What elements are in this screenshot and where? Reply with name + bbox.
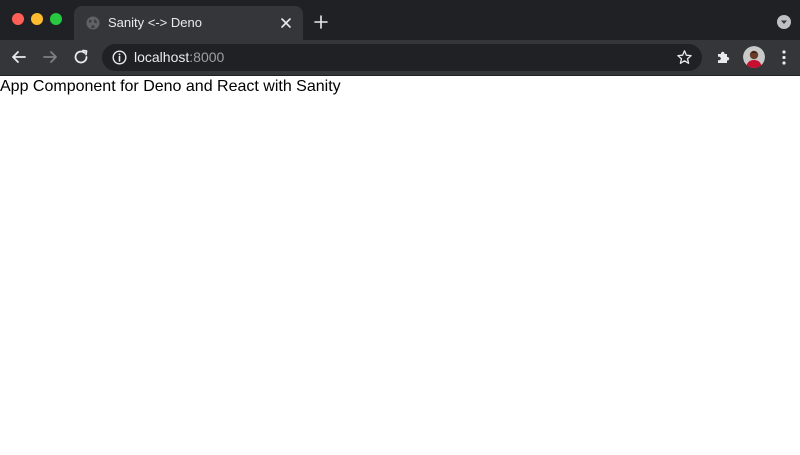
tab-search-icon[interactable] — [777, 15, 791, 29]
reload-icon[interactable] — [72, 48, 90, 66]
browser-window: Sanity <-> Deno localhost:8000 App Compo… — [0, 0, 800, 455]
puzzle-icon[interactable] — [715, 49, 732, 66]
info-icon[interactable] — [112, 50, 127, 65]
zoom-window-button[interactable] — [50, 13, 62, 25]
minimize-window-button[interactable] — [31, 13, 43, 25]
close-window-button[interactable] — [12, 13, 24, 25]
app-component-text: App Component for Deno and React with Sa… — [0, 78, 341, 95]
profile-picture — [743, 46, 765, 68]
url-host: localhost — [134, 49, 190, 65]
page-viewport: App Component for Deno and React with Sa… — [0, 76, 800, 455]
plus-icon[interactable] — [313, 14, 329, 30]
globe-icon — [86, 16, 100, 30]
tab-active[interactable]: Sanity <-> Deno — [74, 6, 303, 40]
tab-title: Sanity <-> Deno — [108, 15, 202, 30]
tab-strip: Sanity <-> Deno — [0, 0, 800, 40]
url-text[interactable]: localhost:8000 — [134, 49, 224, 65]
star-icon[interactable] — [676, 49, 693, 66]
url-port: :8000 — [189, 49, 225, 65]
kebab-menu-icon[interactable] — [779, 49, 789, 66]
browser-toolbar: localhost:8000 — [0, 40, 800, 76]
avatar[interactable] — [743, 46, 765, 68]
arrow-left-icon[interactable] — [10, 48, 28, 66]
address-bar[interactable]: localhost:8000 — [102, 44, 702, 71]
close-icon[interactable] — [279, 16, 293, 30]
arrow-right-icon[interactable] — [41, 48, 59, 66]
